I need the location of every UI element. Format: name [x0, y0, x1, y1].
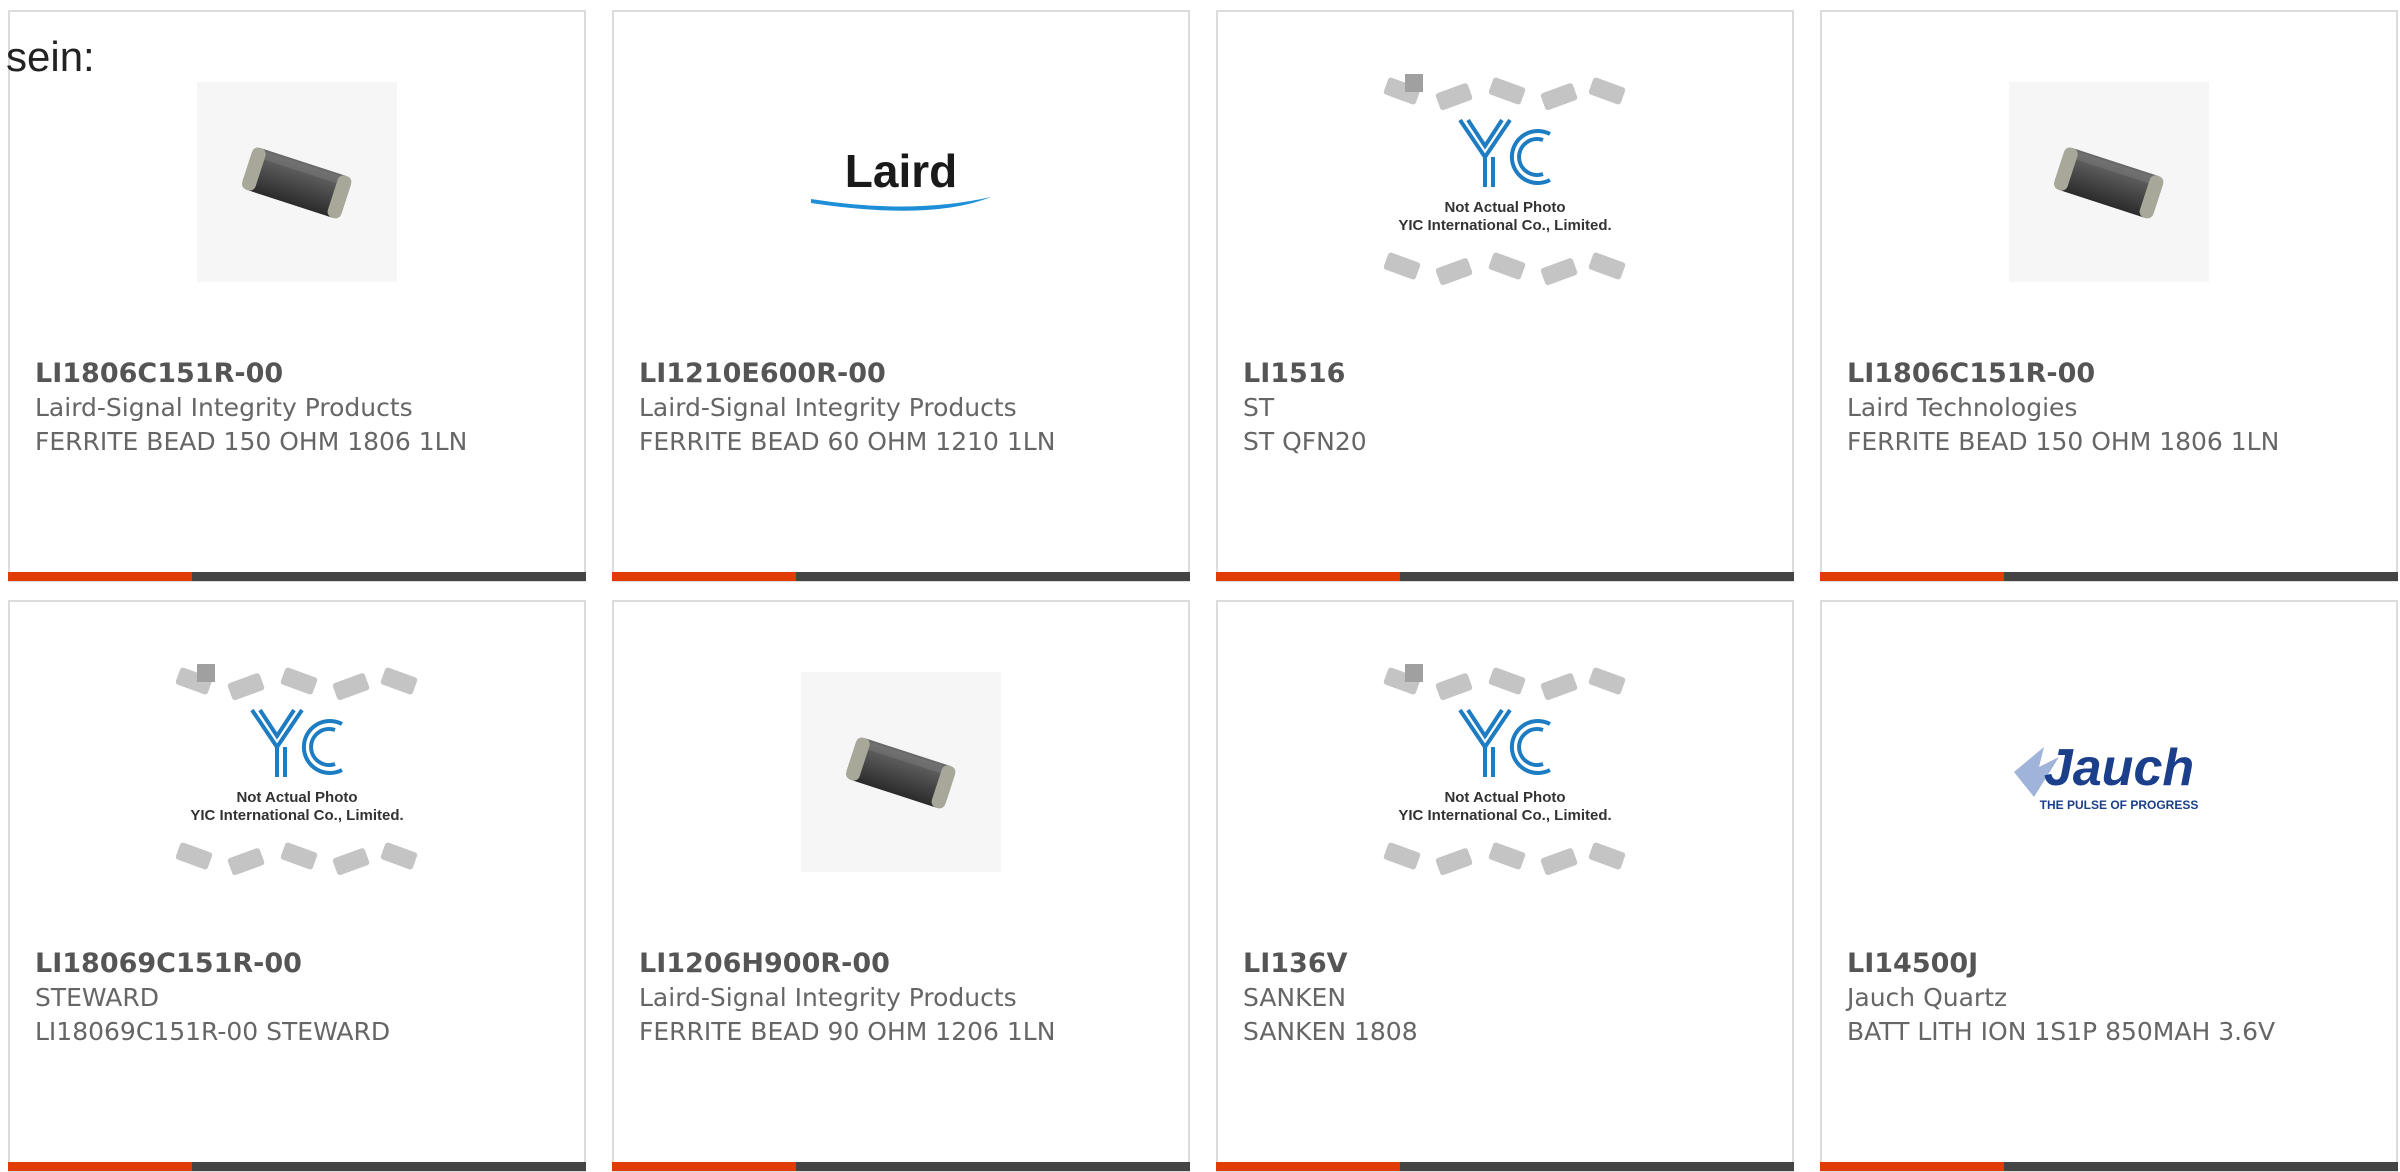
product-image[interactable]	[1822, 72, 2396, 292]
description: LI18069C151R-00 STEWARD	[35, 1017, 391, 1046]
product-grid: LI1806C151R-00 Laird-Signal Integrity Pr…	[0, 0, 2400, 1172]
part-number[interactable]: LI1516	[1243, 357, 1772, 391]
yic-placeholder-image: Not Actual Photo YIC International Co., …	[175, 664, 418, 876]
product-card[interactable]: LI1806C151R-00 Laird-Signal Integrity Pr…	[8, 10, 586, 582]
manufacturer: Laird-Signal Integrity Products	[35, 393, 413, 422]
product-card[interactable]: LI1206H900R-00 Laird-Signal Integrity Pr…	[612, 600, 1190, 1172]
card-bottom-bar	[1820, 572, 2398, 581]
svg-text:Not Actual Photo: Not Actual Photo	[1444, 789, 1565, 806]
card-bottom-bar	[8, 572, 586, 581]
svg-text:Jauch: Jauch	[2044, 739, 2194, 797]
description: SANKEN 1808	[1243, 1017, 1418, 1046]
manufacturer: Jauch Quartz	[1847, 983, 2008, 1012]
product-info: LI136V SANKEN SANKEN 1808	[1243, 947, 1772, 1049]
product-card[interactable]: Jauch THE PULSE OF PROGRESS LI14500J Jau…	[1820, 600, 2398, 1172]
product-card[interactable]: Laird LI1210E600R-00 Laird-Signal Integr…	[612, 10, 1190, 582]
ferrite-bead-image	[241, 147, 352, 219]
product-info: LI1206H900R-00 Laird-Signal Integrity Pr…	[639, 947, 1168, 1049]
description: BATT LITH ION 1S1P 850MAH 3.6V	[1847, 1017, 2276, 1046]
card-bottom-bar	[1216, 572, 1794, 581]
manufacturer: Laird-Signal Integrity Products	[639, 983, 1017, 1012]
card-bottom-bar	[612, 572, 1190, 581]
product-image[interactable]: Jauch THE PULSE OF PROGRESS	[1822, 662, 2396, 882]
product-image[interactable]: Not Actual Photo YIC International Co., …	[1218, 662, 1792, 882]
svg-text:Not Actual Photo: Not Actual Photo	[236, 789, 357, 806]
description: FERRITE BEAD 90 OHM 1206 1LN	[639, 1017, 1056, 1046]
description: ST QFN20	[1243, 427, 1367, 456]
product-card[interactable]: LI1806C151R-00 Laird Technologies FERRIT…	[1820, 10, 2398, 582]
manufacturer: STEWARD	[35, 983, 160, 1012]
svg-text:Laird: Laird	[845, 145, 957, 197]
yic-placeholder-image: Not Actual Photo YIC International Co., …	[1383, 74, 1626, 286]
part-number[interactable]: LI1806C151R-00	[35, 357, 564, 391]
part-number[interactable]: LI14500J	[1847, 947, 2376, 981]
part-number[interactable]: LI1806C151R-00	[1847, 357, 2376, 391]
part-number[interactable]: LI1210E600R-00	[639, 357, 1168, 391]
manufacturer: Laird Technologies	[1847, 393, 2078, 422]
product-image[interactable]	[614, 662, 1188, 882]
product-info: LI1806C151R-00 Laird Technologies FERRIT…	[1847, 357, 2376, 459]
description: FERRITE BEAD 60 OHM 1210 1LN	[639, 427, 1056, 456]
description: FERRITE BEAD 150 OHM 1806 1LN	[1847, 427, 2280, 456]
card-accent-bar	[8, 572, 192, 581]
card-accent-bar	[1216, 572, 1400, 581]
product-info: LI14500J Jauch Quartz BATT LITH ION 1S1P…	[1847, 947, 2376, 1049]
product-card[interactable]: Not Actual Photo YIC International Co., …	[1216, 600, 1794, 1172]
product-card[interactable]: Not Actual Photo YIC International Co., …	[1216, 10, 1794, 582]
product-image[interactable]: Not Actual Photo YIC International Co., …	[1218, 72, 1792, 292]
jauch-logo: Jauch THE PULSE OF PROGRESS	[2014, 739, 2199, 812]
product-info: LI1516 ST ST QFN20	[1243, 357, 1772, 459]
description: FERRITE BEAD 150 OHM 1806 1LN	[35, 427, 468, 456]
yic-placeholder-image: Not Actual Photo YIC International Co., …	[1383, 664, 1626, 876]
manufacturer: Laird-Signal Integrity Products	[639, 393, 1017, 422]
product-image[interactable]: Laird	[614, 72, 1188, 292]
product-image[interactable]	[10, 72, 584, 292]
card-accent-bar	[1820, 572, 2004, 581]
product-info: LI1806C151R-00 Laird-Signal Integrity Pr…	[35, 357, 564, 459]
product-card[interactable]: Not Actual Photo YIC International Co., …	[8, 600, 586, 1172]
svg-text:Not Actual Photo: Not Actual Photo	[1444, 199, 1565, 216]
svg-text:YIC International Co., Limited: YIC International Co., Limited.	[1398, 217, 1611, 234]
product-info: LI18069C151R-00 STEWARD LI18069C151R-00 …	[35, 947, 564, 1049]
part-number[interactable]: LI1206H900R-00	[639, 947, 1168, 981]
product-image[interactable]: Not Actual Photo YIC International Co., …	[10, 662, 584, 882]
part-number[interactable]: LI18069C151R-00	[35, 947, 564, 981]
intro-text: sein:	[6, 33, 95, 80]
ferrite-bead-image	[2053, 147, 2164, 219]
laird-logo: Laird	[811, 145, 991, 211]
part-number[interactable]: LI136V	[1243, 947, 1772, 981]
product-info: LI1210E600R-00 Laird-Signal Integrity Pr…	[639, 357, 1168, 459]
svg-text:THE PULSE OF PROGRESS: THE PULSE OF PROGRESS	[2040, 798, 2199, 812]
manufacturer: SANKEN	[1243, 983, 1347, 1012]
svg-text:YIC International Co., Limited: YIC International Co., Limited.	[1398, 807, 1611, 824]
manufacturer: ST	[1243, 393, 1275, 422]
svg-text:YIC International Co., Limited: YIC International Co., Limited.	[190, 807, 403, 824]
card-accent-bar	[612, 572, 796, 581]
ferrite-bead-image	[845, 737, 956, 809]
